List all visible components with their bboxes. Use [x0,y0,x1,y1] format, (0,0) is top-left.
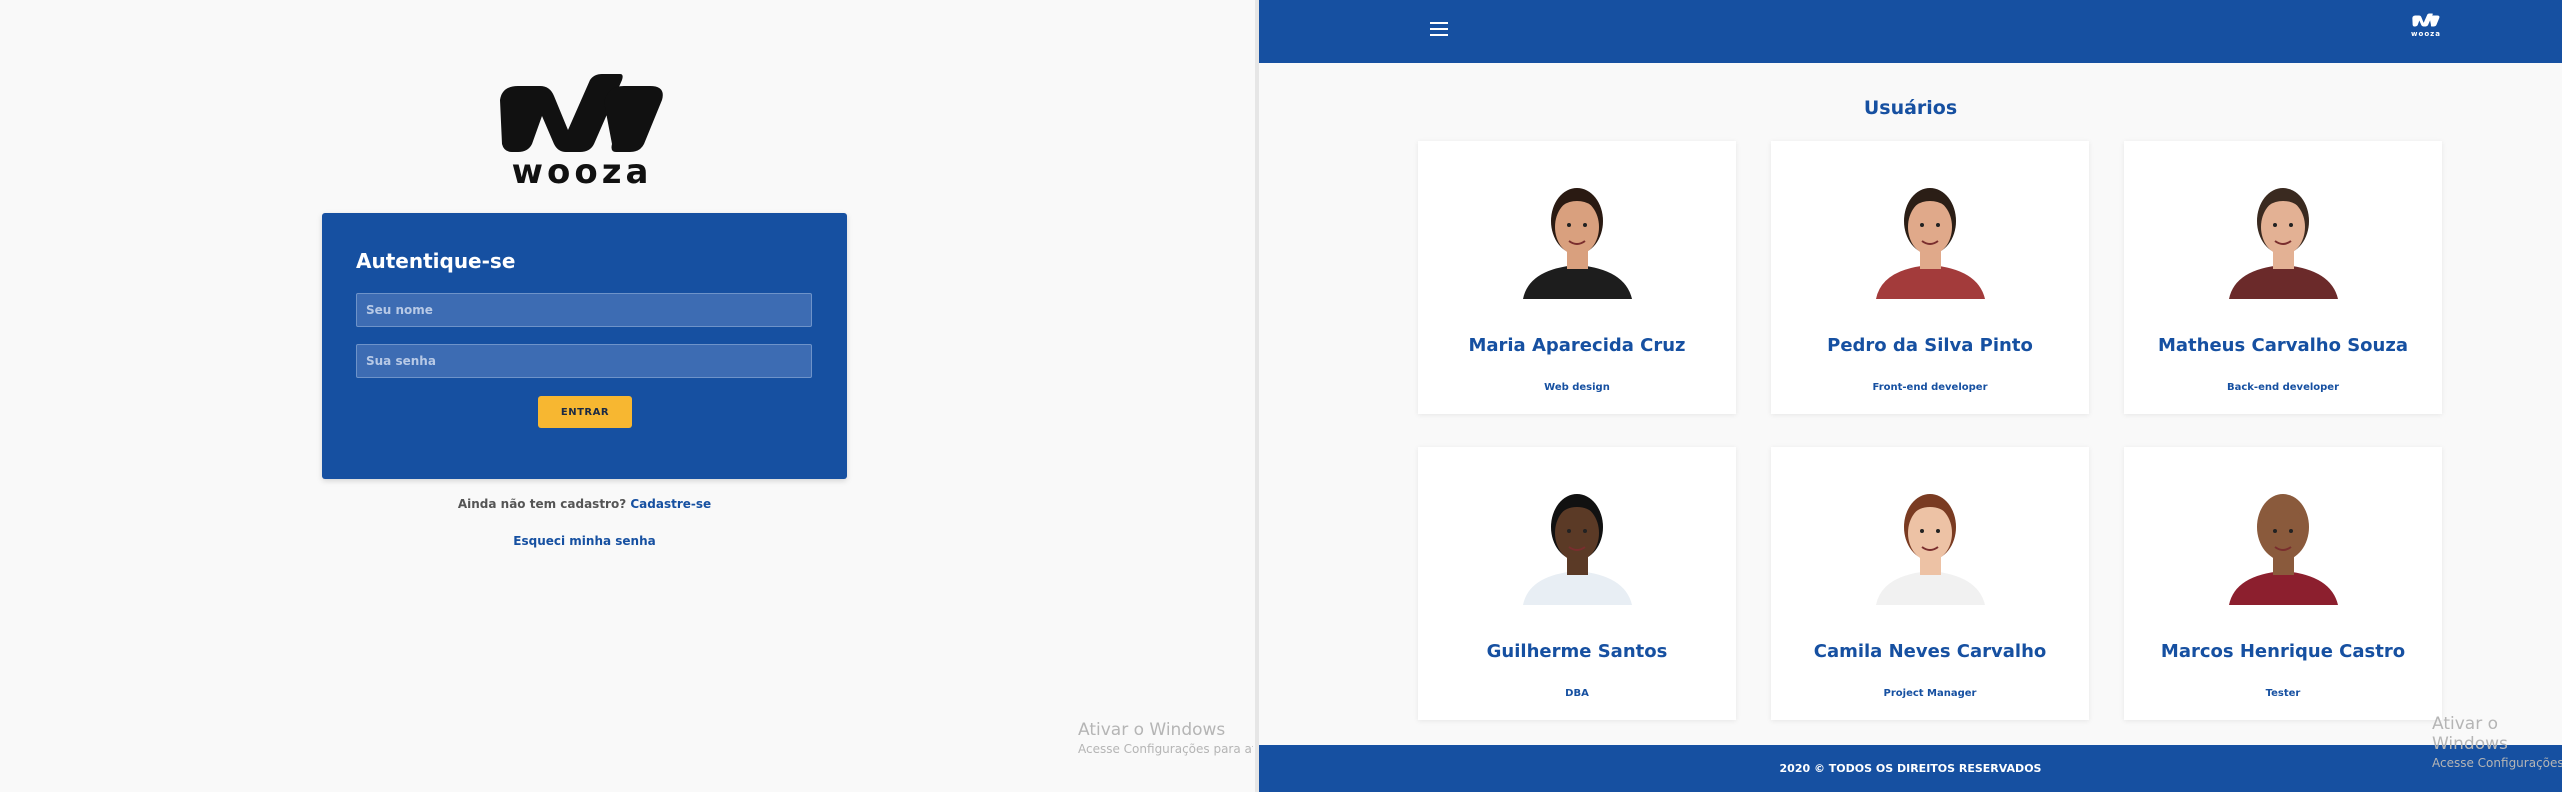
user-role: Back-end developer [2226,382,2340,393]
user-name: Guilherme Santos [1486,641,1668,662]
watermark-title: Ativar o Windows [2432,714,2508,754]
user-card[interactable]: Guilherme Santos DBA [1418,447,1736,720]
avatar [1862,475,1999,605]
user-photo-icon [2215,475,2352,605]
page-title: Usuários [1863,97,1958,119]
user-name: Maria Aparecida Cruz [1468,335,1686,356]
name-input[interactable] [356,293,812,327]
avatar [1509,475,1646,605]
watermark-subtitle: Acesse Configurações [2432,756,2562,770]
signup-prompt-text: Ainda não tem cadastro? [457,497,627,511]
menu-icon[interactable] [1430,22,1448,36]
user-photo-icon [1509,475,1646,605]
user-name: Matheus Carvalho Souza [2158,335,2408,356]
watermark-subtitle: Acesse Configurações para ativar o Windo… [1078,742,1253,756]
avatar [2215,475,2352,605]
forgot-password-link[interactable]: Esqueci minha senha [322,534,847,548]
navbar-logo[interactable]: wooza [2408,10,2444,48]
footer: 2020 © TODOS OS DIREITOS RESERVADOS [1259,745,2562,792]
login-title: Autentique-se [356,249,516,273]
top-navbar: wooza [1259,0,2562,63]
signup-link[interactable]: Cadastre-se [630,497,711,511]
windows-activation-watermark: Ativar o Windows Acesse Configurações pa… [1078,720,1253,756]
user-role: Project Manager [1883,688,1977,699]
w-logo-icon [500,74,663,152]
user-card[interactable]: Camila Neves Carvalho Project Manager [1771,447,2089,720]
user-name: Marcos Henrique Castro [2160,641,2406,662]
user-role: Front-end developer [1872,382,1988,393]
password-input[interactable] [356,344,812,378]
user-card[interactable]: Marcos Henrique Castro Tester [2124,447,2442,720]
user-card[interactable]: Matheus Carvalho Souza Back-end develope… [2124,141,2442,414]
avatar [1862,169,1999,299]
login-button[interactable]: ENTRAR [538,396,632,428]
brand-wordmark: wooza [511,152,653,192]
user-name: Pedro da Silva Pinto [1827,335,2033,356]
user-photo-icon [1862,169,1999,299]
user-photo-icon [1509,169,1646,299]
w-logo-icon [2412,13,2440,27]
user-card[interactable]: Maria Aparecida Cruz Web design [1418,141,1736,414]
user-card[interactable]: Pedro da Silva Pinto Front-end developer [1771,141,2089,414]
user-role: Tester [2265,688,2301,699]
user-role: Web design [1544,382,1610,393]
windows-activation-watermark: Ativar o Windows Acesse Configurações [2432,714,2562,770]
login-card: Autentique-se ENTRAR [322,213,847,479]
user-role: DBA [1565,688,1589,699]
user-photo-icon [1862,475,1999,605]
login-page: wooza Autentique-se ENTRAR Ainda não tem… [0,0,1255,792]
signup-prompt: Ainda não tem cadastro? Cadastre-se [322,497,847,511]
user-name: Camila Neves Carvalho [1813,641,2047,662]
brand-logo: wooza [482,72,682,197]
users-page: wooza Usuários Maria Aparecida Cruz Web … [1259,0,2562,792]
avatar [1509,169,1646,299]
navbar-wordmark: wooza [2411,30,2441,38]
avatar [2215,169,2352,299]
user-photo-icon [2215,169,2352,299]
watermark-title: Ativar o Windows [1078,720,1226,740]
